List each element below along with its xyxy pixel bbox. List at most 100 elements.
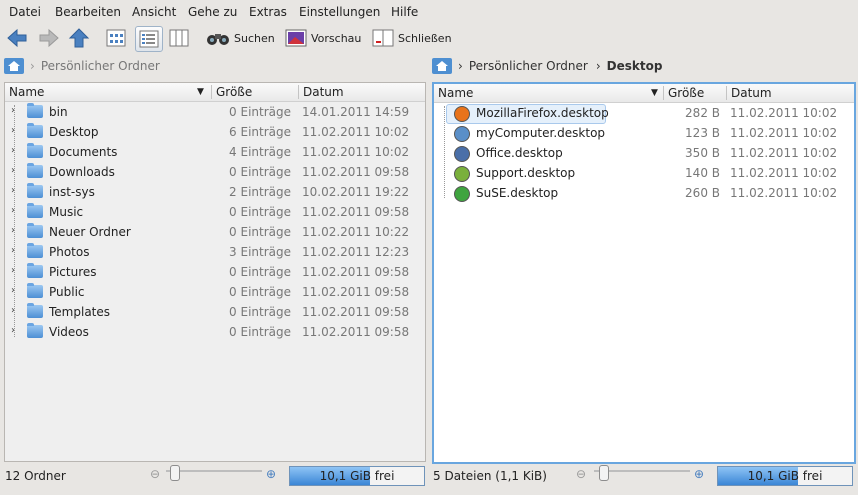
menu-hilfe[interactable]: Hilfe	[391, 5, 418, 19]
zoom-out-icon[interactable]: ⊖	[576, 467, 586, 481]
left-file-panel[interactable]: Name ▼ Größe Datum › bin 0 Einträge 14.01.2…	[4, 82, 426, 462]
row-date: 11.02.2011 10:02	[730, 166, 838, 180]
left-status-text: 12 Ordner	[5, 469, 66, 483]
row-size: 6 Einträge	[229, 125, 291, 139]
menu-ansicht[interactable]: Ansicht	[132, 5, 176, 19]
table-row[interactable]: Support.desktop 140 B 11.02.2011 10:02	[434, 163, 854, 183]
right-file-panel[interactable]: Name ▼ Größe Datum MozillaFirefox.deskto…	[432, 82, 856, 464]
zoom-in-icon[interactable]: ⊕	[266, 467, 276, 481]
home-icon[interactable]	[432, 58, 452, 74]
column-name[interactable]: Name	[9, 85, 44, 99]
close-view-button[interactable]: Schließen	[372, 26, 452, 50]
table-row[interactable]: › Videos 0 Einträge 11.02.2011 09:58	[5, 322, 425, 342]
row-name: Pictures	[49, 265, 97, 279]
table-row[interactable]: Office.desktop 350 B 11.02.2011 10:02	[434, 143, 854, 163]
zoom-slider-handle[interactable]	[599, 465, 609, 481]
table-row[interactable]: › Templates 0 Einträge 11.02.2011 09:58	[5, 302, 425, 322]
computer-icon	[454, 126, 470, 142]
menu-datei[interactable]: Datei	[9, 5, 41, 19]
chevron-right-icon: ›	[30, 59, 35, 73]
table-row[interactable]: myComputer.desktop 123 B 11.02.2011 10:02	[434, 123, 854, 143]
table-row[interactable]: › inst-sys 2 Einträge 10.02.2011 19:22	[5, 182, 425, 202]
row-name: Support.desktop	[476, 166, 576, 180]
row-size: 4 Einträge	[229, 145, 291, 159]
table-row[interactable]: MozillaFirefox.desktop 282 B 11.02.2011 10…	[434, 103, 854, 124]
preview-label: Vorschau	[311, 31, 362, 45]
menubar: Datei Bearbeiten Ansicht Gehe zu Extras …	[0, 0, 858, 22]
column-header: Name ▼ Größe Datum	[5, 83, 425, 102]
details-view-icon	[139, 30, 159, 48]
row-name: Desktop	[49, 125, 99, 139]
firefox-icon	[454, 106, 470, 122]
folder-icon	[27, 223, 43, 238]
row-name: bin	[49, 105, 68, 119]
zoom-out-icon[interactable]: ⊖	[150, 467, 160, 481]
table-row[interactable]: › Neuer Ordner 0 Einträge 11.02.2011 10:22	[5, 222, 425, 242]
row-size: 140 B	[685, 166, 720, 180]
column-size[interactable]: Größe	[216, 85, 252, 99]
sort-chevron-icon[interactable]: ▼	[197, 87, 204, 97]
breadcrumb-current-label[interactable]: Desktop	[607, 59, 663, 73]
row-size: 260 B	[685, 186, 720, 200]
table-row[interactable]: › Music 0 Einträge 11.02.2011 09:58	[5, 202, 425, 222]
menu-gehe-zu[interactable]: Gehe zu	[188, 5, 237, 19]
table-row[interactable]: SuSE.desktop 260 B 11.02.2011 10:02	[434, 183, 854, 203]
row-name: myComputer.desktop	[476, 126, 606, 140]
forward-arrow-icon	[39, 28, 59, 48]
folder-icon	[27, 243, 43, 258]
preview-icon	[285, 29, 307, 47]
row-date: 11.02.2011 10:22	[302, 225, 410, 239]
up-button[interactable]	[68, 26, 90, 50]
menu-extras[interactable]: Extras	[249, 5, 287, 19]
table-row[interactable]: › Documents 4 Einträge 11.02.2011 10:02	[5, 142, 425, 162]
row-size: 2 Einträge	[229, 185, 291, 199]
table-row[interactable]: › Desktop 6 Einträge 11.02.2011 10:02	[5, 122, 425, 142]
table-row[interactable]: › Public 0 Einträge 11.02.2011 09:58	[5, 282, 425, 302]
zoom-slider-handle[interactable]	[170, 465, 180, 481]
office-icon	[454, 146, 470, 162]
column-name[interactable]: Name	[438, 86, 473, 100]
table-row[interactable]: › Pictures 0 Einträge 11.02.2011 09:58	[5, 262, 425, 282]
zoom-in-icon[interactable]: ⊕	[694, 467, 704, 481]
icons-view-button[interactable]	[104, 26, 128, 50]
search-button[interactable]: Suchen	[206, 26, 275, 50]
row-name: Templates	[49, 305, 111, 319]
row-name: SuSE.desktop	[476, 186, 559, 200]
details-view-button[interactable]	[135, 26, 163, 52]
column-date[interactable]: Datum	[303, 85, 344, 99]
right-free-space-bar: 10,1 GiB frei	[717, 466, 853, 486]
free-space-label: 10,1 GiB frei	[319, 469, 395, 483]
column-size[interactable]: Größe	[668, 86, 704, 100]
row-size: 3 Einträge	[229, 245, 291, 259]
menu-einstellungen[interactable]: Einstellungen	[299, 5, 380, 19]
binoculars-icon	[207, 34, 229, 45]
table-row[interactable]: › Photos 3 Einträge 11.02.2011 12:23	[5, 242, 425, 262]
breadcrumb-home-label[interactable]: Persönlicher Ordner	[41, 59, 160, 73]
folder-icon	[27, 283, 43, 298]
menu-bearbeiten[interactable]: Bearbeiten	[55, 5, 121, 19]
row-name: Neuer Ordner	[49, 225, 131, 239]
search-label: Suchen	[234, 31, 275, 45]
tree-guide-line	[14, 105, 15, 337]
row-date: 11.02.2011 10:02	[302, 145, 410, 159]
table-row[interactable]: › bin 0 Einträge 14.01.2011 14:59	[5, 102, 425, 122]
row-date: 11.02.2011 09:58	[302, 265, 410, 279]
preview-button[interactable]: Vorschau	[285, 26, 361, 50]
folder-icon	[27, 263, 43, 278]
breadcrumb-parent-label[interactable]: Persönlicher Ordner	[469, 59, 588, 73]
left-breadcrumb[interactable]: › Persönlicher Ordner	[4, 56, 424, 76]
forward-button[interactable]	[38, 26, 60, 50]
tree-guide-line	[444, 106, 445, 198]
row-date: 11.02.2011 10:02	[302, 125, 410, 139]
table-row[interactable]: › Downloads 0 Einträge 11.02.2011 09:58	[5, 162, 425, 182]
sort-chevron-icon[interactable]: ▼	[651, 88, 658, 98]
column-header: Name ▼ Größe Datum	[434, 84, 854, 103]
row-date: 10.02.2011 19:22	[302, 185, 410, 199]
folder-icon	[27, 323, 43, 338]
column-date[interactable]: Datum	[731, 86, 772, 100]
right-breadcrumb[interactable]: › Persönlicher Ordner › Desktop	[432, 56, 852, 76]
columns-view-button[interactable]	[167, 26, 191, 50]
back-button[interactable]	[6, 26, 28, 50]
home-icon[interactable]	[4, 58, 24, 74]
zoom-slider[interactable]	[166, 470, 262, 472]
